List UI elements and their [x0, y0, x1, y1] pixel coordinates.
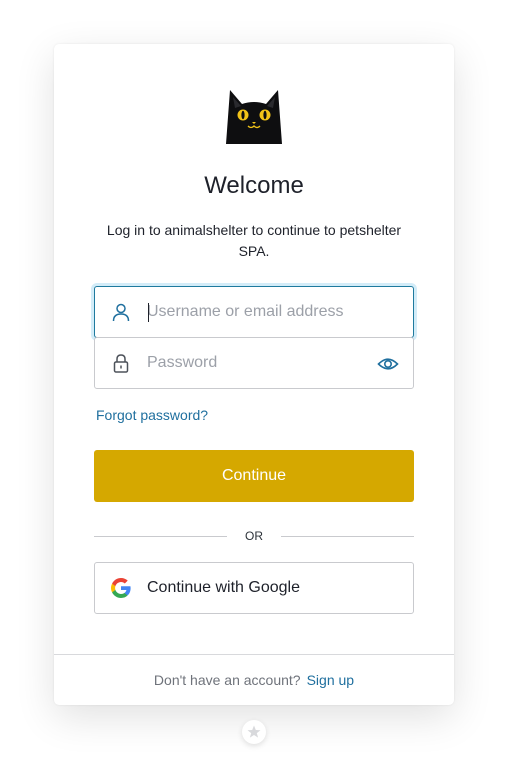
password-field[interactable] [94, 337, 414, 389]
username-input[interactable] [147, 287, 377, 337]
divider-line-right [281, 536, 414, 537]
username-field[interactable] [94, 286, 414, 338]
lock-icon [113, 354, 129, 373]
signup-footer: Don't have an account? Sign up [54, 654, 454, 705]
continue-with-google-button[interactable]: Continue with Google [94, 562, 414, 614]
or-divider: OR [94, 529, 414, 543]
signup-link[interactable]: Sign up [307, 672, 354, 688]
black-cat-logo-icon [226, 90, 282, 144]
page-subtitle: Log in to animalshelter to continue to p… [106, 222, 402, 259]
google-button-label: Continue with Google [147, 579, 300, 596]
login-card: Welcome Log in to animalshelter to conti… [54, 44, 454, 705]
eye-icon[interactable] [377, 353, 399, 375]
signup-question: Don't have an account? [153, 672, 301, 688]
user-icon [112, 303, 130, 322]
page-title: Welcome [204, 172, 304, 199]
star-badge-icon [242, 720, 266, 744]
text-caret [148, 303, 149, 322]
continue-button[interactable]: Continue [94, 450, 414, 502]
google-g-icon [111, 578, 131, 598]
forgot-password-link[interactable]: Forgot password? [96, 407, 208, 423]
password-input[interactable] [147, 338, 377, 388]
